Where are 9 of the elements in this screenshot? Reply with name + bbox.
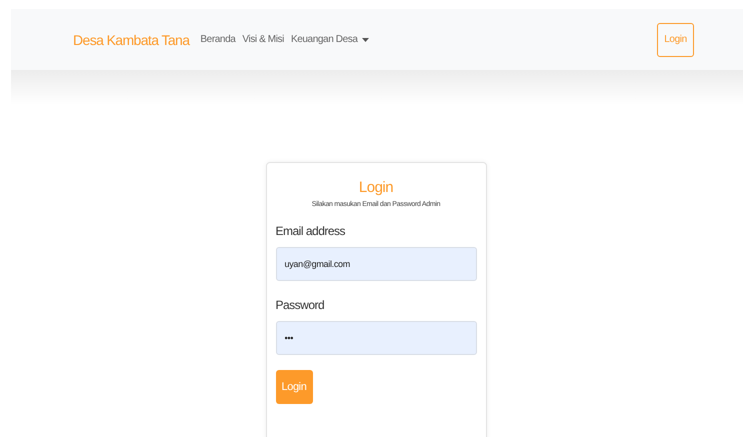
- nav-link[interactable]: Beranda: [200, 34, 236, 45]
- field-label: Email address: [276, 224, 346, 238]
- input-field[interactable]: •••: [276, 321, 476, 355]
- caret-icon: [362, 38, 368, 42]
- card-title: Login: [358, 179, 394, 196]
- field-label: Password: [276, 298, 326, 312]
- nav-link[interactable]: Keuangan Desa: [290, 34, 368, 45]
- nav-link[interactable]: Visi & Misi: [242, 34, 284, 45]
- input-field[interactable]: uyan@gmail.com: [276, 247, 476, 281]
